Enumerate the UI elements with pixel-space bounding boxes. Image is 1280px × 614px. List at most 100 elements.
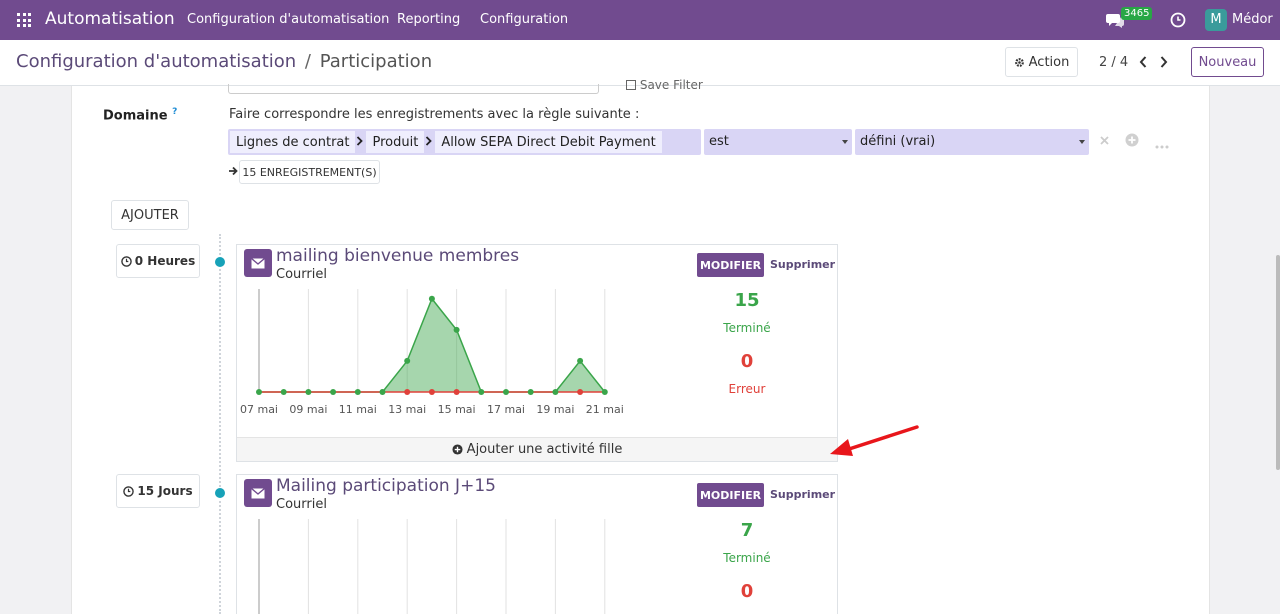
activity-type: Courriel <box>276 497 327 512</box>
caret-down-icon <box>842 140 848 144</box>
clock-icon <box>120 255 132 267</box>
breadcrumb-root[interactable]: Configuration d'automatisation <box>16 51 296 72</box>
done-count: 15 <box>734 290 760 311</box>
activity-title[interactable]: Mailing participation J+15 <box>276 476 496 496</box>
domain-field-path[interactable]: Lignes de contrat Produit Allow SEPA Dir… <box>228 129 701 155</box>
data-point-done <box>428 295 435 302</box>
data-point-error <box>404 389 411 395</box>
save-icon <box>626 80 636 90</box>
data-point-error <box>577 389 584 395</box>
message-count-badge: 3465 <box>1121 7 1153 20</box>
pager-next-button[interactable] <box>1155 51 1173 73</box>
filter-input-partial[interactable] <box>228 84 599 94</box>
data-point-error <box>428 389 435 395</box>
user-name[interactable]: Médor <box>1232 12 1273 27</box>
activity-chart: 07 mai 09 mai 11 mai 13 mai 15 mai 17 mai 19 m… <box>240 289 624 416</box>
save-filter-link[interactable]: Save Filter <box>626 78 703 92</box>
records-count-button[interactable]: 15 ENREGISTREMENT(S) <box>239 160 380 184</box>
pager-value[interactable]: 2 / 4 <box>1099 55 1128 70</box>
menu-automation-config[interactable]: Configuration d'automatisation <box>187 12 389 27</box>
domain-operator-select[interactable]: est <box>704 129 852 155</box>
apps-grid-icon[interactable] <box>17 13 31 27</box>
x-tick-label: 09 mai <box>289 403 327 416</box>
value-value: défini (vrai) <box>860 134 936 149</box>
activity-type: Courriel <box>276 267 327 282</box>
domain-label: Domaine ? <box>103 107 177 123</box>
activity-delay: 0 Heures <box>116 244 200 278</box>
close-icon[interactable] <box>1100 134 1109 149</box>
done-label: Terminé <box>723 551 771 565</box>
new-button[interactable]: Nouveau <box>1191 47 1264 77</box>
data-point-done <box>354 389 361 395</box>
menu-reporting[interactable]: Reporting <box>397 12 460 27</box>
modify-button[interactable]: MODIFIER <box>697 253 764 277</box>
data-point-done <box>404 357 411 364</box>
error-label: Erreur <box>728 382 766 396</box>
x-tick-label: 21 mai <box>586 403 624 416</box>
avatar[interactable]: M <box>1205 9 1227 31</box>
chevron-right-icon <box>1160 56 1168 68</box>
chevron-right-icon <box>355 135 364 149</box>
add-child-activity-button[interactable]: Ajouter une activité fille <box>237 437 837 461</box>
breadcrumb: Configuration d'automatisation / Partici… <box>16 51 432 72</box>
data-point-done <box>503 389 509 395</box>
scrollbar[interactable] <box>1276 255 1280 470</box>
action-label: Action <box>1028 54 1070 70</box>
activity-chart-gridlines <box>258 519 606 614</box>
delete-link[interactable]: Supprimer <box>770 258 835 271</box>
activity-title[interactable]: mailing bienvenue membres <box>276 246 519 266</box>
data-point-done <box>280 389 287 395</box>
data-point-done <box>330 389 337 395</box>
breadcrumb-separator: / <box>304 51 311 72</box>
domain-label-text: Domaine <box>103 108 168 124</box>
activity-clock-icon[interactable] <box>1170 12 1186 32</box>
chevron-left-icon <box>1139 56 1147 68</box>
timeline-line <box>219 234 221 614</box>
path-segment-sepa: Allow SEPA Direct Debit Payment <box>435 131 662 153</box>
modify-button[interactable]: MODIFIER <box>697 483 764 507</box>
add-child-activity-label: Ajouter une activité fille <box>466 442 623 457</box>
timeline-dot <box>214 487 226 499</box>
done-count: 7 <box>740 520 754 541</box>
gear-icon <box>1014 57 1024 67</box>
data-point-error <box>453 389 460 395</box>
clock-icon <box>123 485 135 497</box>
ellipsis-icon[interactable] <box>1155 138 1169 153</box>
top-navbar: Automatisation Configuration d'automatis… <box>0 0 1280 40</box>
data-point-done <box>601 389 608 395</box>
red-arrow-annotation <box>830 425 919 456</box>
envelope-icon <box>244 249 272 277</box>
pager-previous-button[interactable] <box>1134 51 1152 73</box>
operator-value: est <box>709 134 729 149</box>
breadcrumb-current: Participation <box>319 51 433 72</box>
series-area-done <box>259 298 605 392</box>
x-tick-label: 11 mai <box>339 403 377 416</box>
domain-value-select[interactable]: défini (vrai) <box>855 129 1089 155</box>
done-label: Terminé <box>723 321 771 335</box>
x-tick-label: 17 mai <box>487 403 525 416</box>
delete-link[interactable]: Supprimer <box>770 488 835 501</box>
x-tick-label: 13 mai <box>388 403 426 416</box>
app-name[interactable]: Automatisation <box>45 9 175 29</box>
error-count: 0 <box>740 581 754 602</box>
add-activity-button[interactable]: AJOUTER <box>111 200 189 230</box>
data-point-done <box>379 389 386 395</box>
data-point-done <box>552 389 559 395</box>
envelope-icon <box>244 479 272 507</box>
path-segment-product: Produit <box>366 131 425 153</box>
arrow-right-icon <box>228 165 238 180</box>
timeline-dot <box>214 256 226 268</box>
x-tick-label: 19 mai <box>536 403 574 416</box>
help-tooltip-icon[interactable]: ? <box>172 107 177 117</box>
add-circle-icon[interactable] <box>1125 133 1139 151</box>
save-filter-label: Save Filter <box>639 78 703 92</box>
data-point-done <box>453 326 460 333</box>
action-button[interactable]: Action <box>1005 47 1078 77</box>
data-point-done <box>256 389 262 395</box>
path-segment-contract-lines: Lignes de contrat <box>230 131 356 153</box>
activity-card: mailing bienvenue membres Courriel MODIF… <box>236 244 838 462</box>
data-point-done <box>527 389 534 395</box>
activity-card: Mailing participation J+15 Courriel MODI… <box>236 474 838 614</box>
domain-description: Faire correspondre les enregistrements a… <box>229 107 640 122</box>
menu-configuration[interactable]: Configuration <box>480 12 568 27</box>
